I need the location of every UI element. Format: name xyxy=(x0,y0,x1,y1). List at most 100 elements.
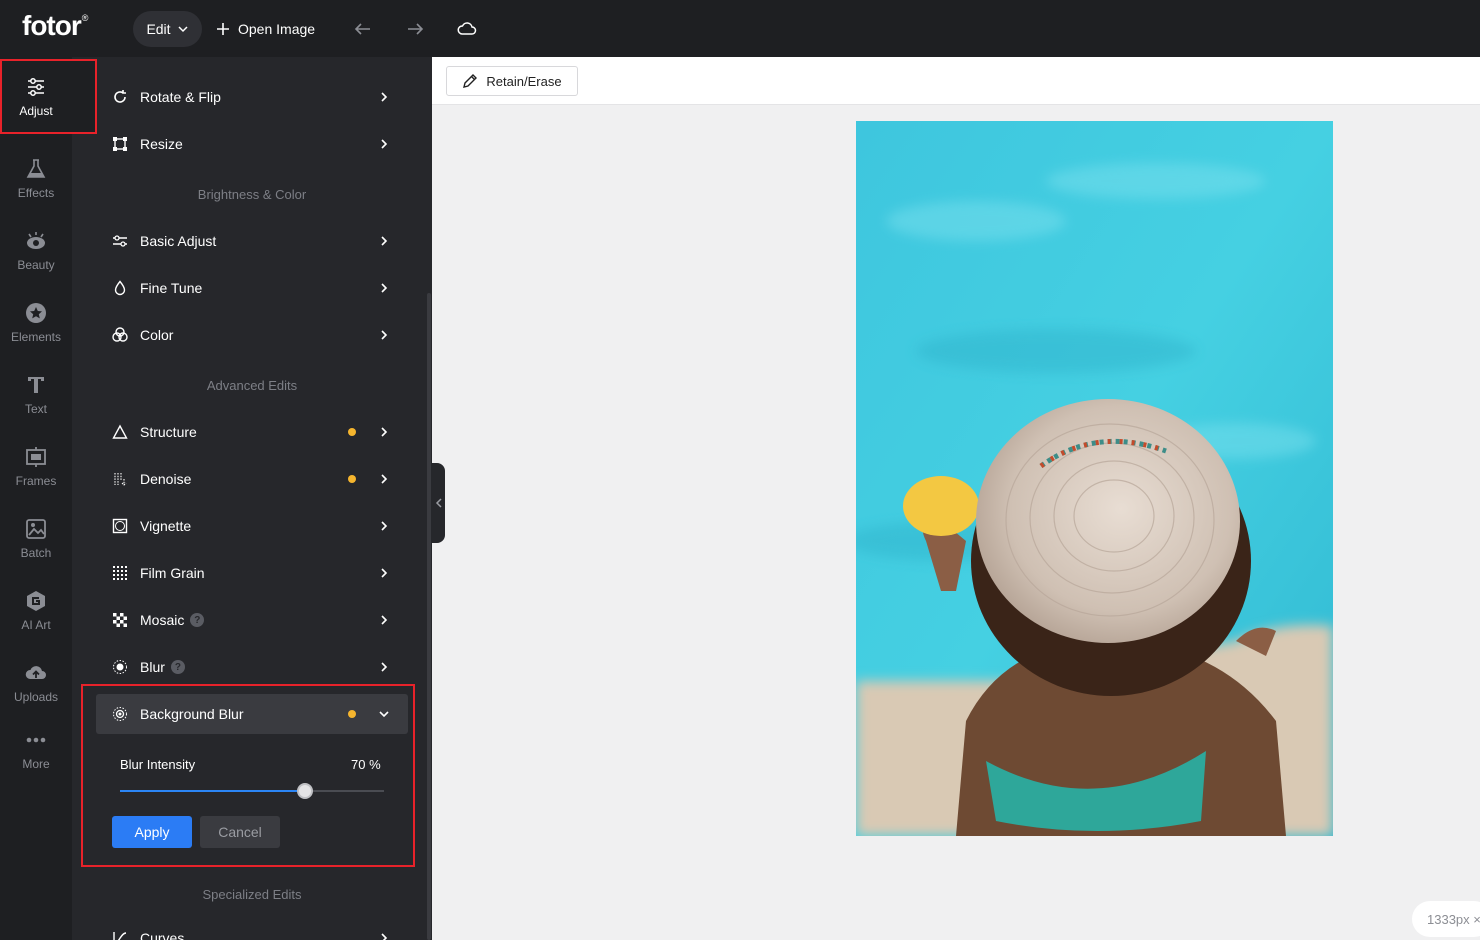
denoise-icon xyxy=(110,469,130,489)
chevron-right-icon xyxy=(376,233,392,249)
frame-icon xyxy=(26,447,46,467)
menu-item-blur[interactable]: Blur? xyxy=(110,652,392,682)
nav-beauty-label: Beauty xyxy=(17,258,55,272)
nav-ai-art-label: AI Art xyxy=(21,618,51,632)
help-icon[interactable]: ? xyxy=(190,613,205,627)
menu-item-structure[interactable]: Structure xyxy=(110,417,392,447)
undo-arrow-icon[interactable] xyxy=(351,17,375,41)
background-blur-label: Background Blur xyxy=(140,706,244,722)
blur-label-wrap: Blur? xyxy=(140,659,376,675)
chevron-right-icon xyxy=(376,565,392,581)
panel-collapse-handle[interactable] xyxy=(432,463,445,543)
chevron-right-icon xyxy=(376,612,392,628)
cancel-button[interactable]: Cancel xyxy=(200,816,280,848)
film-grain-label: Film Grain xyxy=(140,565,205,581)
section-advanced-edits: Advanced Edits xyxy=(206,378,298,393)
retain-erase-label: Retain/Erase xyxy=(486,73,562,89)
grain-icon xyxy=(110,563,130,583)
background-blur-icon xyxy=(110,704,130,724)
fotor-logo[interactable]: fotor® xyxy=(22,10,88,42)
eye-icon xyxy=(27,232,45,249)
nav-elements[interactable]: Elements xyxy=(0,287,72,359)
canvas-toolbar: Retain/Erase xyxy=(432,57,1480,105)
canvas-photo[interactable] xyxy=(856,121,1333,836)
batch-icon xyxy=(26,519,46,539)
menu-item-mosaic[interactable]: Mosaic? xyxy=(110,605,392,635)
menu-item-denoise[interactable]: Denoise xyxy=(110,464,392,494)
nav-beauty[interactable]: Beauty xyxy=(0,215,72,287)
nav-text[interactable]: Text xyxy=(0,359,72,431)
nav-batch[interactable]: Batch xyxy=(0,503,72,575)
chevron-right-icon xyxy=(376,89,392,105)
vignette-label: Vignette xyxy=(140,518,192,534)
help-icon[interactable]: ? xyxy=(170,660,185,674)
chevron-right-icon xyxy=(376,659,392,675)
pool-photo-image xyxy=(856,121,1333,836)
flask-icon xyxy=(26,159,46,178)
basic-adjust-label: Basic Adjust xyxy=(140,233,217,249)
text-icon xyxy=(28,377,44,393)
left-nav: Adjust Effects Beauty Elements Text Fram… xyxy=(0,57,97,940)
sliders-icon xyxy=(110,231,130,251)
top-bar: fotor® Edit Open Image xyxy=(0,0,1480,57)
menu-item-background-blur[interactable]: Background Blur xyxy=(110,699,392,729)
triangle-icon xyxy=(110,422,130,442)
menu-item-basic-adjust[interactable]: Basic Adjust xyxy=(110,226,392,256)
nav-effects[interactable]: Effects xyxy=(0,143,72,215)
blur-intensity-slider[interactable] xyxy=(120,783,384,799)
status-dot xyxy=(348,710,356,718)
retain-erase-button[interactable]: Retain/Erase xyxy=(446,66,578,96)
menu-item-rotate-flip[interactable]: Rotate & Flip xyxy=(110,82,392,112)
mosaic-icon xyxy=(110,610,130,630)
nav-effects-label: Effects xyxy=(17,186,55,200)
open-image-label: Open Image xyxy=(238,21,316,37)
nav-uploads-label: Uploads xyxy=(13,690,59,704)
vignette-icon xyxy=(110,516,130,536)
nav-uploads[interactable]: Uploads xyxy=(0,647,72,719)
blur-icon xyxy=(110,657,130,677)
cloud-save-icon[interactable] xyxy=(455,17,479,41)
menu-item-curves[interactable]: Curves xyxy=(110,923,392,940)
rotate-flip-label: Rotate & Flip xyxy=(140,89,221,105)
curves-icon xyxy=(110,928,130,940)
curves-label: Curves xyxy=(140,930,185,940)
apply-button[interactable]: Apply xyxy=(112,816,192,848)
chevron-down-icon xyxy=(178,26,188,33)
edit-label: Edit xyxy=(146,21,171,37)
nav-ai-art[interactable]: AI Art xyxy=(0,575,72,647)
open-image-button[interactable]: Open Image xyxy=(216,16,315,42)
menu-item-resize[interactable]: Resize xyxy=(110,129,392,159)
mosaic-label: Mosaic xyxy=(140,612,185,628)
nav-more-label: More xyxy=(22,757,50,771)
nav-more[interactable]: More xyxy=(0,714,72,786)
status-dot xyxy=(348,475,356,483)
nav-frames-label: Frames xyxy=(15,474,57,488)
more-dots-icon xyxy=(26,737,46,743)
redo-arrow-icon[interactable] xyxy=(403,17,427,41)
menu-item-color[interactable]: Color xyxy=(110,320,392,350)
chevron-right-icon xyxy=(376,136,392,152)
chevron-right-icon xyxy=(376,327,392,343)
menu-item-vignette[interactable]: Vignette xyxy=(110,511,392,541)
sliders-icon xyxy=(28,77,44,96)
slider-thumb[interactable] xyxy=(297,783,313,799)
adjust-panel: Rotate & Flip Resize Brightness & Color … xyxy=(72,57,432,940)
nav-frames[interactable]: Frames xyxy=(0,431,72,503)
chevron-right-icon xyxy=(376,518,392,534)
mosaic-label-wrap: Mosaic? xyxy=(140,612,376,628)
menu-item-fine-tune[interactable]: Fine Tune xyxy=(110,273,392,303)
blur-intensity-label: Blur Intensity xyxy=(120,757,196,772)
chevron-left-icon xyxy=(435,498,442,508)
nav-adjust[interactable]: Adjust xyxy=(0,59,97,134)
pencil-icon xyxy=(463,74,478,88)
resize-icon xyxy=(110,134,130,154)
blur-intensity-value: 70 % xyxy=(351,757,381,772)
menu-item-film-grain[interactable]: Film Grain xyxy=(110,558,392,588)
chevron-right-icon xyxy=(376,471,392,487)
color-label: Color xyxy=(140,327,174,343)
image-size-badge: 1333px × xyxy=(1412,901,1480,937)
nav-elements-label: Elements xyxy=(10,330,62,344)
nav-adjust-label: Adjust xyxy=(19,103,53,118)
edit-menu-button[interactable]: Edit xyxy=(133,11,202,47)
chevron-right-icon xyxy=(376,424,392,440)
